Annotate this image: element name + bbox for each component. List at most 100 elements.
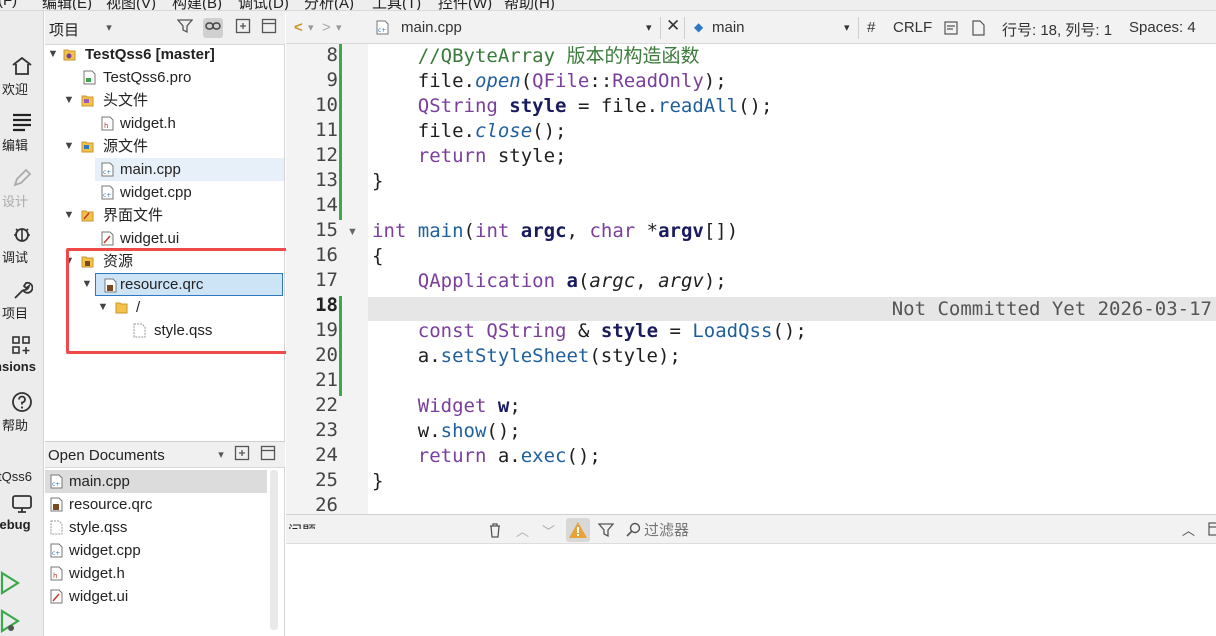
tree-project-root[interactable]: ▼ TestQss6 [master]	[45, 43, 285, 66]
folder-icon	[81, 95, 94, 107]
mode-edit[interactable]: 编辑	[0, 111, 43, 154]
menu-view[interactable]: 视图(V)	[106, 0, 156, 10]
menu-help[interactable]: 帮助(H)	[504, 0, 555, 10]
open-doc-widget-cpp[interactable]: c+ widget.cpp	[45, 539, 267, 562]
tree-folder-forms[interactable]: ▼ 界面文件	[45, 204, 285, 227]
cursor-position[interactable]: 行号: 18, 列号: 1	[1002, 19, 1112, 40]
mode-label: 编辑	[1, 138, 28, 153]
mode-debug[interactable]: 调试	[0, 223, 43, 266]
collapse-arrow-icon[interactable]: ▼	[63, 89, 75, 112]
bug-icon	[14, 228, 30, 242]
collapse-arrow-icon[interactable]: ▼	[63, 135, 75, 158]
issues-list[interactable]	[286, 544, 1216, 636]
open-doc-main-cpp[interactable]: c+ main.cpp	[45, 470, 267, 493]
clear-issues-icon[interactable]	[488, 522, 502, 538]
mode-label: 帮助	[1, 418, 28, 433]
open-doc-widget-ui[interactable]: widget.ui	[45, 585, 267, 608]
tree-item-widget-ui[interactable]: widget.ui	[45, 227, 285, 250]
mode-bar: 欢迎 编辑 设计 调试 项目 nsions 帮助 tQss6 ebug	[0, 11, 44, 636]
extensions-icon	[12, 336, 30, 354]
preprocessor-button[interactable]: #	[867, 19, 875, 36]
pen-icon	[13, 168, 32, 187]
issues-filter-input[interactable]	[644, 519, 824, 541]
line-ending-selector[interactable]: CRLF	[893, 19, 932, 36]
menu-file[interactable]: (F)	[0, 0, 17, 9]
folder-icon	[81, 210, 94, 222]
symbol-icon: ◆	[694, 20, 704, 34]
tree-item-widget-cpp[interactable]: c+ widget.cpp	[45, 181, 285, 204]
symbol-dropdown-icon[interactable]: ▾	[844, 21, 850, 34]
open-documents-scrollbar[interactable]	[270, 470, 278, 630]
encoding-icon[interactable]	[944, 21, 958, 35]
nav-forward-icon[interactable]: >	[322, 19, 331, 36]
nav-back-icon[interactable]: <	[294, 19, 303, 36]
mode-design[interactable]: 设计	[0, 167, 43, 210]
issues-toolbar: 问题 ︿ ﹀ ︿	[286, 514, 1216, 544]
collapse-arrow-icon[interactable]: ▼	[63, 204, 75, 227]
collapse-arrow-icon[interactable]: ▼	[47, 43, 59, 66]
fold-arrow-icon[interactable]: ▼	[347, 226, 358, 238]
tree-item-pro-file[interactable]: TestQss6.pro	[45, 66, 285, 89]
filter-icon[interactable]	[175, 18, 195, 38]
close-file-icon[interactable]: ✕	[666, 16, 680, 36]
run-icon[interactable]	[0, 571, 20, 595]
mode-help[interactable]: 帮助	[0, 391, 43, 434]
warnings-toggle[interactable]	[566, 518, 590, 542]
qrc-file-icon	[50, 497, 63, 512]
line-number: 11	[315, 119, 338, 141]
filter-icon[interactable]	[598, 522, 614, 538]
file-dropdown-icon[interactable]: ▾	[646, 21, 652, 34]
file-info-icon[interactable]	[972, 20, 986, 36]
debug-run-icon[interactable]	[0, 609, 20, 633]
project-icon	[63, 49, 76, 61]
close-panel-icon[interactable]	[259, 18, 279, 38]
search-icon	[626, 522, 641, 537]
tree-folder-headers[interactable]: ▼ 头文件	[45, 89, 285, 112]
menu-analyze[interactable]: 分析(A)	[304, 0, 354, 10]
ui-file-icon	[101, 231, 114, 246]
mode-projects[interactable]: 项目	[0, 279, 43, 322]
menu-debug[interactable]: 调试(D)	[238, 0, 289, 10]
kit-selector-project[interactable]: tQss6	[0, 469, 43, 484]
line-number: 13	[315, 169, 338, 191]
cpp-file-icon: c+	[50, 474, 63, 489]
link-with-editor-icon[interactable]	[203, 18, 223, 38]
tree-item-main-cpp[interactable]: c+ main.cpp	[95, 158, 284, 181]
open-doc-widget-h[interactable]: h widget.h	[45, 562, 267, 585]
tree-folder-sources[interactable]: ▼ 源文件	[45, 135, 285, 158]
view-dropdown-icon[interactable]: ▾	[99, 18, 119, 38]
close-pane-icon[interactable]	[1208, 522, 1216, 536]
view-dropdown-icon[interactable]: ▾	[211, 445, 231, 465]
maximize-pane-icon[interactable]: ︿	[1182, 520, 1195, 539]
open-doc-style-qss[interactable]: style.qss	[45, 516, 267, 539]
current-file-selector[interactable]: main.cpp	[401, 19, 462, 36]
project-panel: 项目 ▾ ▼ TestQss6 [master] TestQss6.pro ▼ …	[45, 11, 285, 441]
menu-edit[interactable]: 编辑(E)	[42, 0, 92, 10]
nav-back-dropdown-icon[interactable]: ▾	[308, 21, 314, 34]
cpp-file-icon: c+	[101, 185, 114, 200]
nav-forward-dropdown-icon[interactable]: ▾	[336, 21, 342, 34]
next-issue-icon[interactable]: ﹀	[542, 521, 555, 540]
open-doc-resource-qrc[interactable]: resource.qrc	[45, 493, 267, 516]
line-number: 25	[315, 469, 338, 491]
svg-text:c+: c+	[103, 192, 111, 199]
close-panel-icon[interactable]	[258, 445, 278, 465]
line-number: 23	[315, 419, 338, 441]
previous-issue-icon[interactable]: ︿	[516, 521, 529, 540]
symbol-selector[interactable]: main	[712, 19, 745, 36]
split-icon[interactable]	[233, 18, 253, 38]
line-number: 21	[315, 369, 338, 391]
modified-marker	[339, 44, 342, 220]
modified-marker	[339, 296, 342, 396]
menu-tools[interactable]: 工具(T)	[372, 0, 421, 10]
menu-controls[interactable]: 控件(W)	[438, 0, 492, 10]
mode-extensions[interactable]: nsions	[0, 335, 43, 374]
kit-selector-build[interactable]: ebug	[0, 493, 43, 532]
split-icon[interactable]	[232, 445, 252, 465]
indent-setting[interactable]: Spaces: 4	[1129, 19, 1196, 36]
menu-build[interactable]: 构建(B)	[172, 0, 222, 10]
tree-item-widget-h[interactable]: h widget.h	[45, 112, 285, 135]
mode-welcome[interactable]: 欢迎	[0, 55, 43, 98]
